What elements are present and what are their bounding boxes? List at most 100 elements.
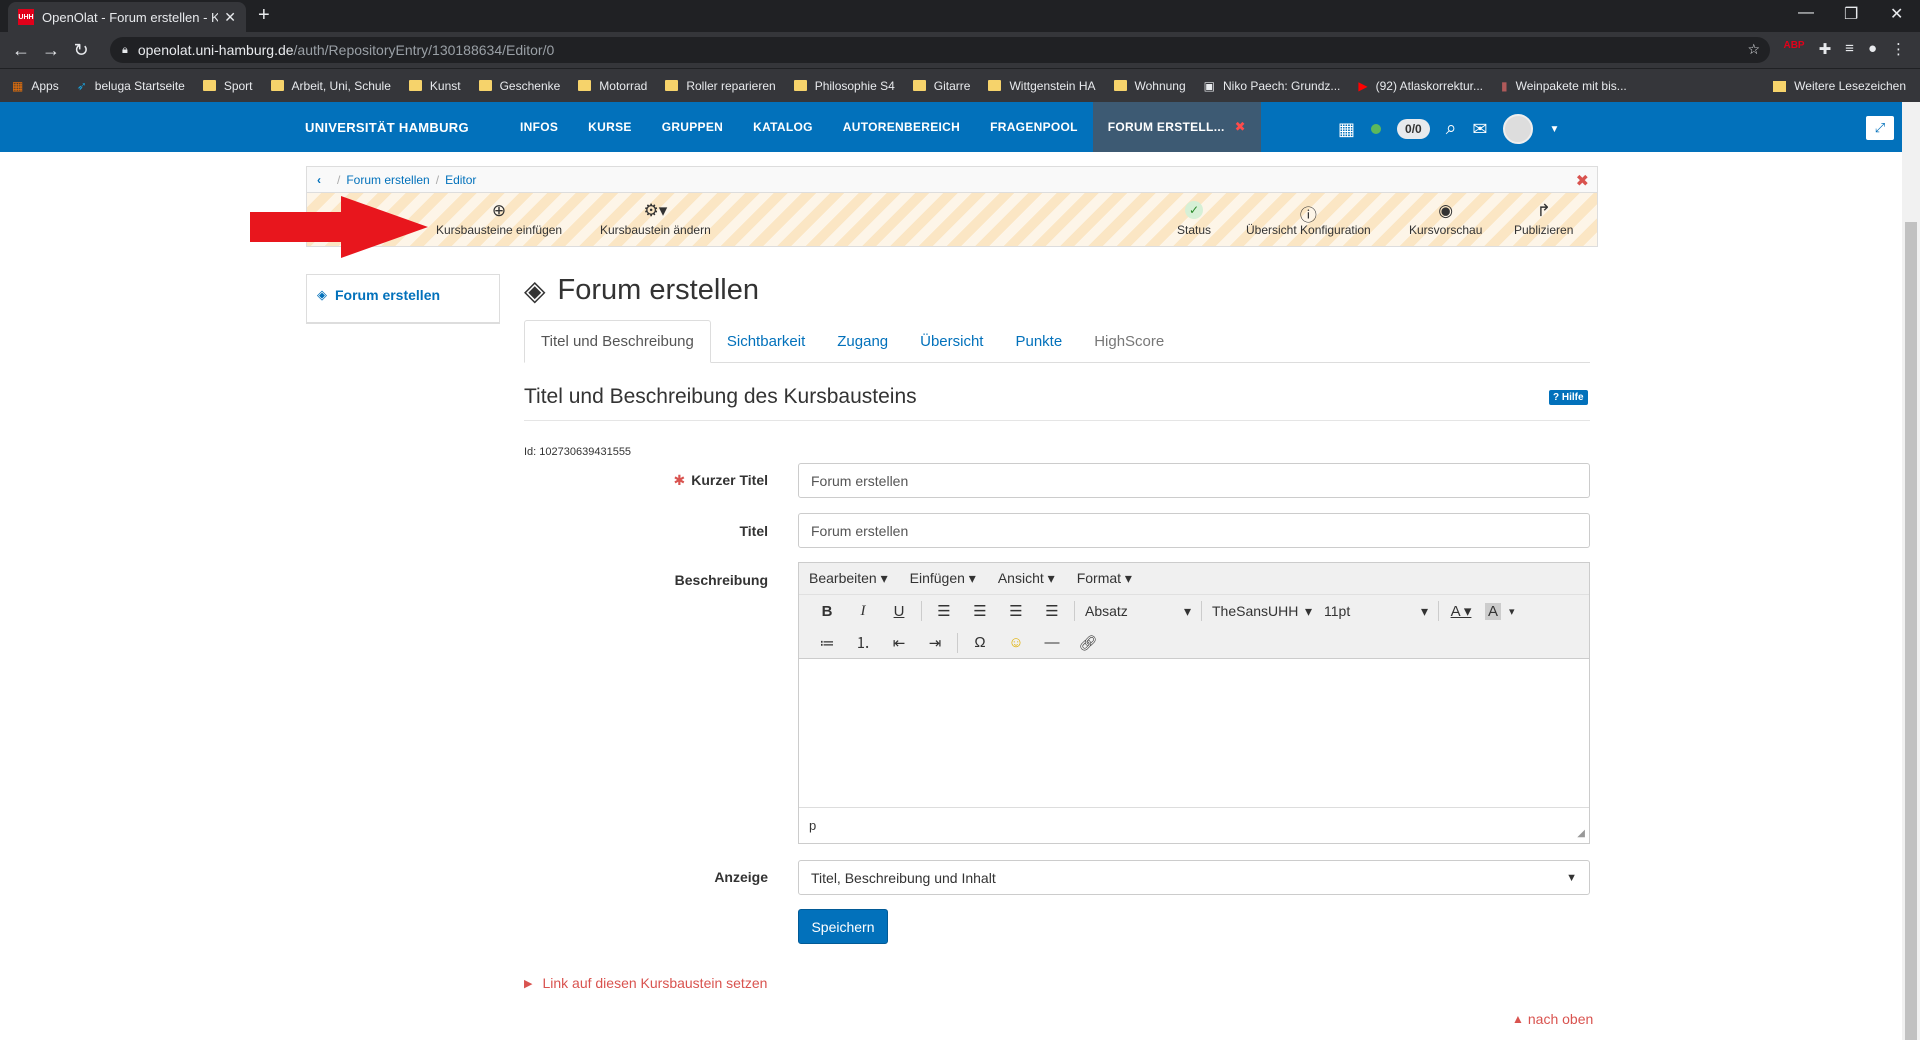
link-icon[interactable]: 🔗︎ — [1070, 634, 1106, 652]
link-toggle[interactable]: ▶ Link auf diesen Kursbaustein setzen — [524, 975, 767, 991]
tab-points[interactable]: Punkte — [999, 320, 1078, 363]
text-color-icon[interactable]: A ▾ — [1443, 602, 1479, 620]
bookmark-star-icon[interactable]: ☆ — [1747, 41, 1760, 58]
save-button[interactable]: Speichern — [798, 909, 888, 944]
course-preview-button[interactable]: ◉ Kursvorschau — [1409, 201, 1482, 237]
site-logo[interactable]: UNIVERSITÄT HAMBURG — [305, 120, 469, 135]
bookmark-item[interactable]: Sport — [202, 79, 253, 93]
bookmark-item[interactable]: ▶ (92) Atlaskorrektur... — [1358, 79, 1483, 93]
title-input[interactable]: Forum erstellen — [798, 513, 1590, 548]
bookmark-item[interactable]: Roller reparieren — [665, 79, 776, 93]
bookmark-item[interactable]: Wittgenstein HA — [988, 79, 1096, 93]
bookmark-apps[interactable]: ▦ Apps — [12, 79, 59, 93]
align-center-icon[interactable]: ☰ — [998, 602, 1034, 620]
element-path[interactable]: p — [809, 818, 816, 833]
bookmark-item[interactable]: ▮ Weinpakete mit bis... — [1501, 79, 1627, 93]
font-family-select[interactable]: TheSansUHH ▾ — [1206, 603, 1318, 620]
close-tab-icon[interactable]: ✕ — [224, 9, 236, 26]
resize-handle-icon[interactable]: ◢ — [1577, 828, 1585, 839]
chevron-down-icon[interactable]: ▼ — [1549, 124, 1559, 135]
bookmark-item[interactable]: Arbeit, Uni, Schule — [270, 79, 391, 93]
align-left-icon[interactable]: ☰ — [1034, 602, 1070, 620]
nav-katalog[interactable]: KATALOG — [738, 102, 828, 152]
menu-icon[interactable]: ⋮ — [1891, 40, 1906, 58]
extensions-icon[interactable]: ✚ — [1819, 40, 1832, 58]
tab-highscore[interactable]: HighScore — [1078, 320, 1180, 363]
reload-icon[interactable]: ↻ — [66, 40, 96, 61]
bullet-list-icon[interactable]: ≔ — [809, 634, 845, 652]
search-icon[interactable]: ⌕ — [1446, 118, 1457, 140]
italic-icon[interactable]: I — [845, 603, 881, 620]
bookmark-item[interactable]: Geschenke — [478, 79, 560, 93]
tree-item-forum[interactable]: ◈ Forum erstellen — [317, 287, 440, 303]
emoticon-icon[interactable]: ☺ — [998, 634, 1034, 651]
bookmark-item[interactable]: Philosophie S4 — [793, 79, 895, 93]
breadcrumb-editor[interactable]: Editor — [445, 173, 476, 187]
breadcrumb-course[interactable]: Forum erstellen — [346, 173, 429, 187]
tab-visibility[interactable]: Sichtbarkeit — [711, 320, 821, 363]
menu-edit[interactable]: Bearbeiten ▾ — [809, 570, 888, 587]
numbered-list-icon[interactable]: ⒈ — [845, 632, 881, 653]
online-status-icon[interactable] — [1371, 124, 1382, 134]
nav-fragenpool[interactable]: FRAGENPOOL — [975, 102, 1093, 152]
bold-icon[interactable]: B — [809, 603, 845, 620]
restore-icon[interactable]: ❐ — [1844, 4, 1858, 24]
background-color-icon[interactable]: A — [1485, 602, 1502, 620]
tab-overview[interactable]: Übersicht — [904, 320, 999, 363]
page-scrollbar[interactable] — [1902, 102, 1920, 1040]
display-select[interactable]: Titel, Beschreibung und Inhalt ▼ — [798, 860, 1590, 895]
status-button[interactable]: ✓ Status — [1177, 201, 1211, 237]
bookmark-item[interactable]: ➶ beluga Startseite — [77, 79, 185, 93]
menu-format[interactable]: Format ▾ — [1077, 570, 1132, 587]
nav-active-course-tab[interactable]: FORUM ERSTELL... ✖ — [1092, 102, 1261, 152]
menu-insert[interactable]: Einfügen ▾ — [910, 570, 976, 587]
insert-node-button[interactable]: ⊕ Kursbausteine einfügen — [436, 201, 562, 237]
bookmark-item[interactable]: Wohnung — [1113, 79, 1186, 93]
nav-gruppen[interactable]: GRUPPEN — [647, 102, 738, 152]
special-char-icon[interactable]: Ω — [962, 634, 998, 651]
horizontal-rule-icon[interactable]: — — [1034, 634, 1070, 651]
forward-icon[interactable]: → — [36, 40, 66, 61]
minimize-icon[interactable]: — — [1798, 4, 1814, 22]
font-size-select[interactable]: 11pt ▾ — [1318, 603, 1434, 620]
close-window-icon[interactable]: ✕ — [1890, 4, 1903, 24]
tab-access[interactable]: Zugang — [821, 320, 904, 363]
back-icon[interactable]: ← — [6, 40, 36, 61]
outdent-icon[interactable]: ⇤ — [881, 634, 917, 652]
align-right-icon[interactable]: ☰ — [962, 602, 998, 620]
address-bar[interactable]: 🔒︎ openolat.uni-hamburg.de /auth/Reposit… — [110, 37, 1770, 63]
nav-autorenbereich[interactable]: AUTORENBEREICH — [828, 102, 975, 152]
tab-title-description[interactable]: Titel und Beschreibung — [524, 320, 711, 363]
new-tab-icon[interactable]: + — [258, 4, 270, 27]
underline-icon[interactable]: U — [881, 603, 917, 620]
bookmark-more[interactable]: Weitere Lesezeichen — [1773, 79, 1906, 93]
bookmark-item[interactable]: Motorrad — [578, 79, 647, 93]
help-button[interactable]: ? Hilfe — [1549, 390, 1588, 405]
menu-view[interactable]: Ansicht ▾ — [998, 570, 1055, 587]
browser-tab[interactable]: UHH OpenOlat - Forum erstellen - Kur ✕ — [8, 2, 246, 32]
scrollbar-thumb[interactable] — [1905, 222, 1917, 1040]
mail-icon[interactable]: ✉ — [1472, 119, 1487, 140]
close-course-icon[interactable]: ✖ — [1235, 119, 1246, 135]
bookmark-item[interactable]: Kunst — [408, 79, 461, 93]
chevron-left-icon[interactable]: ‹ — [317, 173, 321, 187]
adblock-icon[interactable]: ABP — [1783, 40, 1804, 58]
calendar-icon[interactable]: ▦ — [1338, 119, 1355, 140]
nav-infos[interactable]: INFOS — [505, 102, 573, 152]
indent-icon[interactable]: ⇥ — [917, 634, 953, 652]
nav-kurse[interactable]: KURSE — [573, 102, 647, 152]
bookmark-item[interactable]: ▣ Niko Paech: Grundz... — [1204, 79, 1341, 93]
align-justify-icon[interactable]: ☰ — [926, 602, 962, 620]
fullscreen-button[interactable]: ⤢ — [1866, 116, 1894, 140]
block-format-select[interactable]: Absatz ▾ — [1079, 603, 1197, 620]
chevron-down-icon[interactable]: ▾ — [1509, 605, 1515, 618]
avatar[interactable] — [1503, 114, 1534, 144]
close-editor-icon[interactable]: ✖ — [1576, 171, 1589, 191]
change-node-button[interactable]: ⚙▾ Kursbaustein ändern — [600, 201, 711, 237]
overview-config-button[interactable]: ⓘ Übersicht Konfiguration — [1246, 201, 1371, 237]
bookmark-item[interactable]: Gitarre — [912, 79, 970, 93]
profile-icon[interactable]: ● — [1868, 40, 1877, 58]
publish-button[interactable]: ↱ Publizieren — [1514, 201, 1573, 237]
media-icon[interactable]: ≡ — [1845, 40, 1854, 58]
editor-content-area[interactable] — [799, 659, 1589, 799]
